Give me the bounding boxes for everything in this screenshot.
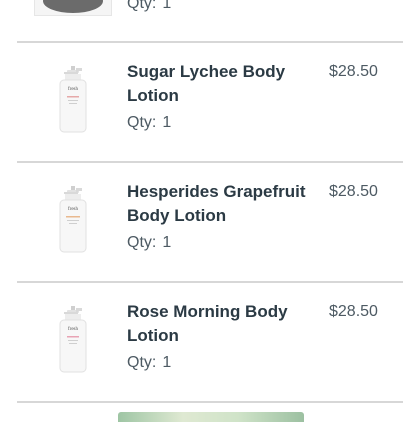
product-thumbnail[interactable]	[34, 0, 112, 16]
quantity-value: 1	[162, 114, 172, 131]
quantity-label: Qty:	[127, 114, 157, 131]
product-name[interactable]: Hesperides Grapefruit Body Lotion	[127, 180, 322, 228]
quantity-value: 1	[162, 234, 172, 251]
product-name[interactable]: Rose Morning Body Lotion	[127, 300, 322, 348]
quantity-value: 1	[162, 354, 172, 371]
product-price: $28.50	[329, 63, 378, 80]
product-thumbnail[interactable]: fresh	[38, 64, 108, 134]
cart-item-list: Qty: 1 fresh Sugar Lychee Body Lotion $28…	[0, 0, 420, 422]
product-price: $28.50	[329, 183, 378, 200]
quantity-value: 1	[162, 0, 172, 12]
cart-item[interactable]: fresh Rose Morning Body Lotion $28.50 Qt…	[0, 282, 420, 402]
quantity-text: Qty: 1	[127, 353, 171, 373]
cosmetic-jar-icon	[43, 0, 103, 13]
product-name[interactable]: Sugar Lychee Body Lotion	[127, 60, 322, 108]
promo-banner-image[interactable]	[118, 412, 304, 422]
product-thumbnail[interactable]: fresh	[38, 184, 108, 254]
lotion-bottle-icon: fresh	[59, 66, 87, 133]
bottle-brand-text: fresh	[68, 207, 78, 212]
product-thumbnail[interactable]: fresh	[38, 304, 108, 374]
bottle-brand-text: fresh	[68, 327, 78, 332]
quantity-text: Qty: 1	[127, 113, 171, 133]
cart-item[interactable]: fresh Hesperides Grapefruit Body Lotion …	[0, 162, 420, 282]
item-divider	[17, 401, 403, 403]
product-price: $28.50	[329, 303, 378, 320]
lotion-bottle-icon: fresh	[59, 186, 87, 253]
quantity-text: Qty: 1	[127, 233, 171, 253]
quantity-label: Qty:	[127, 0, 157, 12]
bottle-brand-text: fresh	[68, 87, 78, 92]
lotion-bottle-icon: fresh	[59, 306, 87, 373]
cart-item[interactable]: fresh Sugar Lychee Body Lotion $28.50 Qt…	[0, 42, 420, 162]
quantity-label: Qty:	[127, 354, 157, 371]
quantity-text: Qty: 1	[127, 0, 171, 14]
quantity-label: Qty:	[127, 234, 157, 251]
